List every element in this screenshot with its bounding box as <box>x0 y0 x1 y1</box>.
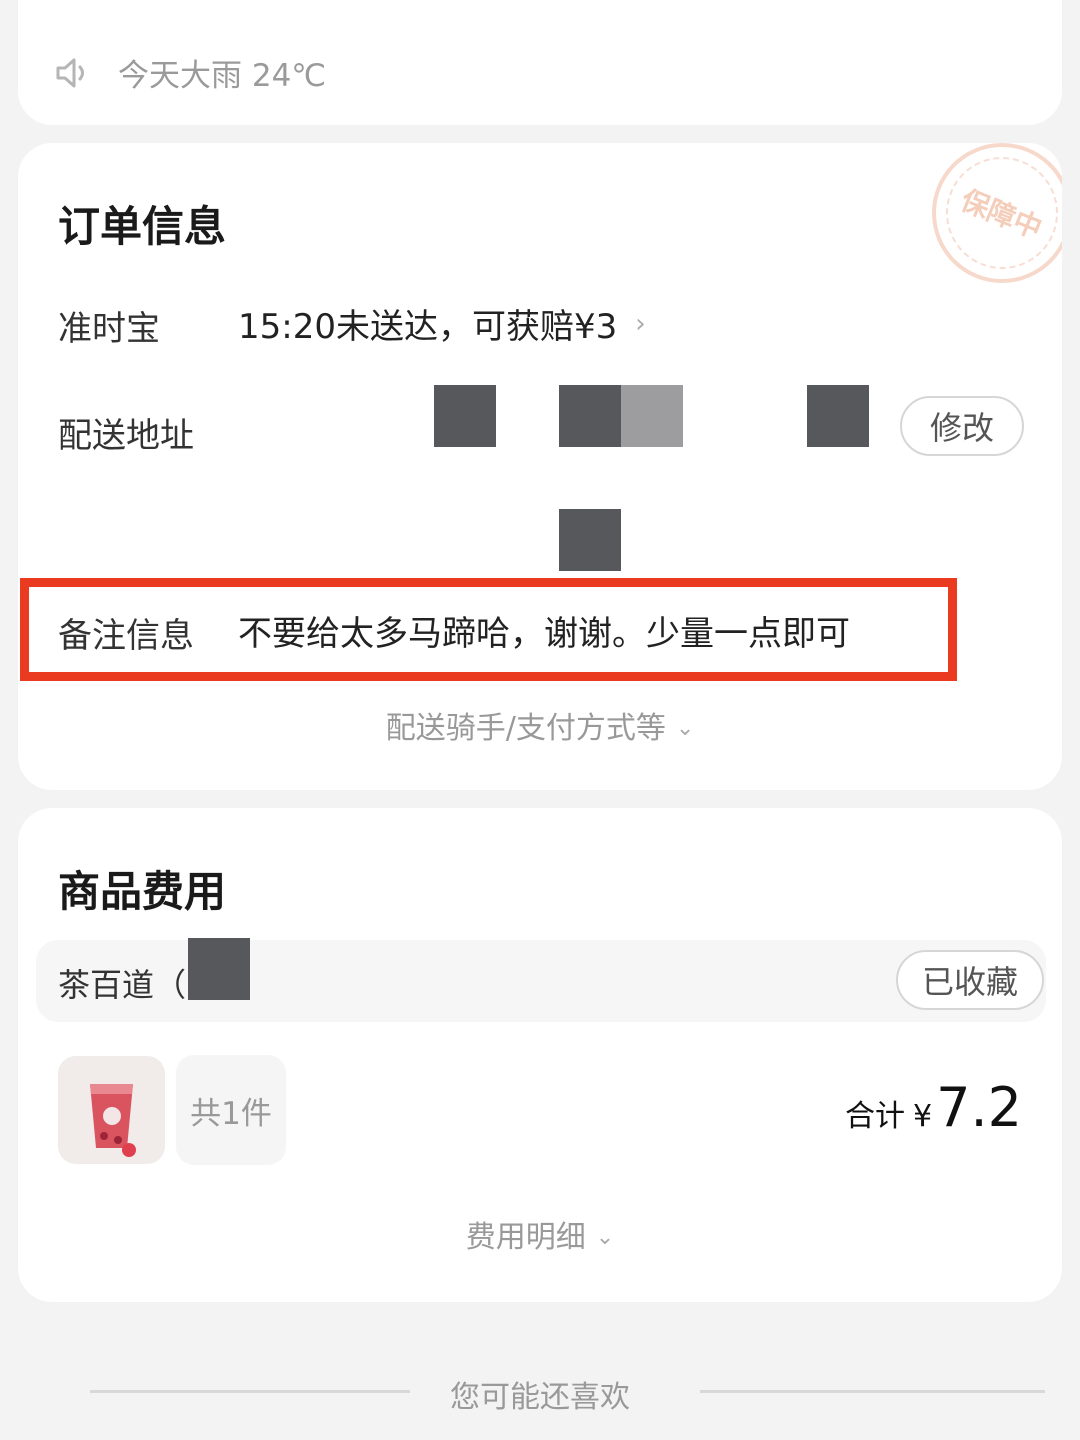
shop-name: 茶百道（ <box>58 966 187 1004</box>
weather-text: 今天大雨 24℃ <box>118 58 327 94</box>
redacted-block <box>434 385 496 447</box>
more-details-toggle[interactable]: 配送骑手/支付方式等 ⌄ <box>18 703 1062 747</box>
chevron-right-icon: › <box>635 308 646 339</box>
remark-label: 备注信息 <box>58 616 194 656</box>
redacted-block <box>807 385 869 447</box>
redacted-block <box>188 938 250 1000</box>
total-amount: 7.2 <box>936 1076 1022 1139</box>
remark-value: 不要给太多马蹄哈，谢谢。少量一点即可 <box>238 614 850 654</box>
redacted-block <box>621 385 683 447</box>
shop-row[interactable]: 茶百道（ 已收藏 <box>36 938 1046 1022</box>
redacted-block <box>559 509 621 571</box>
order-info-title: 订单信息 <box>58 202 227 251</box>
total-currency: ¥ <box>913 1099 933 1134</box>
guarantee-stamp: 保障中 <box>910 143 1062 305</box>
order-info-card: 保障中 订单信息 准时宝 15:20未送达，可获赔¥3 › 配送地址 修改 备注… <box>18 143 1062 790</box>
weather-card: 今天大雨 24℃ <box>18 0 1062 125</box>
goods-fee-card: 商品费用 茶百道（ 已收藏 共1件 合计 ¥ 7.2 费用明细 ⌄ <box>18 808 1062 1302</box>
total-label: 合计 <box>845 1099 906 1134</box>
speaker-icon <box>56 58 84 87</box>
drink-cup-icon <box>58 1056 165 1164</box>
fee-detail-toggle[interactable]: 费用明细 ⌄ <box>18 1212 1062 1256</box>
divider <box>700 1390 1045 1393</box>
recommend-title: 您可能还喜欢 <box>450 1380 630 1415</box>
redacted-block <box>559 385 621 447</box>
favorited-button[interactable]: 已收藏 <box>896 950 1044 1010</box>
product-image[interactable] <box>58 1056 165 1164</box>
ontime-value-link[interactable]: 15:20未送达，可获赔¥3 › <box>238 299 646 348</box>
item-count-button[interactable]: 共1件 <box>176 1055 286 1165</box>
order-total: 合计 ¥ 7.2 <box>845 1076 1022 1139</box>
address-label: 配送地址 <box>58 416 194 456</box>
ontime-value: 15:20未送达，可获赔¥3 <box>238 307 618 347</box>
recommend-section-header: 您可能还喜欢 <box>0 1372 1080 1415</box>
more-details-label: 配送骑手/支付方式等 <box>385 711 666 746</box>
chevron-down-icon: ⌄ <box>675 716 695 741</box>
ontime-label: 准时宝 <box>58 309 160 349</box>
weather-row: 今天大雨 24℃ <box>52 50 326 95</box>
fee-detail-label: 费用明细 <box>465 1220 586 1255</box>
chevron-down-icon: ⌄ <box>595 1225 615 1250</box>
goods-fee-title: 商品费用 <box>58 867 227 916</box>
edit-address-button[interactable]: 修改 <box>900 396 1024 456</box>
